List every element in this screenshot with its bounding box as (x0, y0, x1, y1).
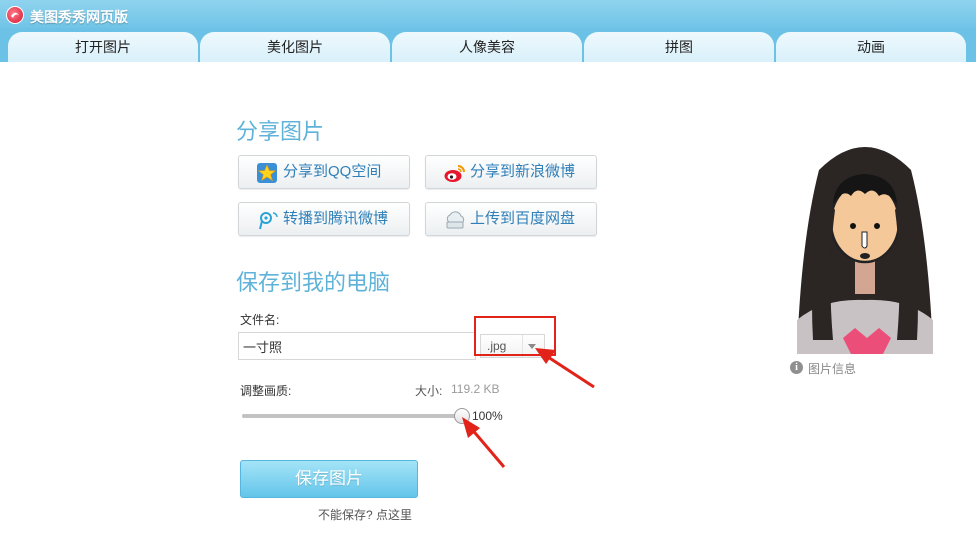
tab-portrait-retouch[interactable]: 人像美容 (392, 32, 582, 62)
share-tencent-weibo-button[interactable]: 转播到腾讯微博 (238, 202, 410, 236)
tab-open-image[interactable]: 打开图片 (8, 32, 198, 62)
share-qq-zone-label: 分享到QQ空间 (283, 163, 382, 180)
cant-save-link[interactable]: 不能保存? 点这里 (318, 506, 412, 523)
tab-animation[interactable]: 动画 (776, 32, 966, 62)
app-logo-icon (6, 6, 24, 24)
size-value: 119.2 KB (451, 382, 500, 396)
annotation-arrow-extension (547, 355, 595, 389)
tab-collage[interactable]: 拼图 (584, 32, 774, 62)
quality-slider-fill (242, 414, 462, 418)
tab-strip: 打开图片 美化图片 人像美容 拼图 动画 (0, 28, 976, 62)
filename-input[interactable] (238, 332, 476, 360)
annotation-highlight-box (474, 316, 556, 356)
share-sina-weibo-label: 分享到新浪微博 (470, 163, 576, 180)
upload-baidu-cloud-label: 上传到百度网盘 (470, 210, 576, 227)
share-heading: 分享图片 (236, 119, 325, 144)
tencent-weibo-icon (257, 210, 278, 230)
quality-label: 调整画质: (240, 384, 292, 398)
share-sina-weibo-button[interactable]: 分享到新浪微博 (425, 155, 597, 189)
image-preview (783, 130, 947, 354)
main-content: 分享图片 分享到QQ空间 分享到新浪微博 转播到腾讯微博 上传到百度网盘 保存到… (0, 62, 976, 540)
filename-label: 文件名: (240, 313, 280, 327)
sina-weibo-icon (444, 163, 465, 183)
info-icon: i (790, 361, 803, 374)
quality-slider-track[interactable] (242, 414, 462, 418)
app-title: 美图秀秀网页版 (30, 9, 128, 25)
save-image-button[interactable]: 保存图片 (240, 460, 418, 498)
size-label: 大小: (415, 384, 443, 398)
quality-percent: 100% (472, 409, 503, 423)
annotation-arrow-quality (468, 426, 506, 468)
qq-zone-star-icon (257, 163, 277, 183)
share-tencent-weibo-label: 转播到腾讯微博 (283, 210, 389, 227)
tab-beautify-image[interactable]: 美化图片 (200, 32, 390, 62)
share-qq-zone-button[interactable]: 分享到QQ空间 (238, 155, 410, 189)
portrait-image (783, 130, 947, 354)
baidu-cloud-icon (444, 210, 465, 230)
photo-info-label: 图片信息 (808, 362, 857, 376)
quality-slider-thumb[interactable] (454, 408, 470, 424)
upload-baidu-cloud-button[interactable]: 上传到百度网盘 (425, 202, 597, 236)
save-heading: 保存到我的电脑 (236, 270, 391, 295)
